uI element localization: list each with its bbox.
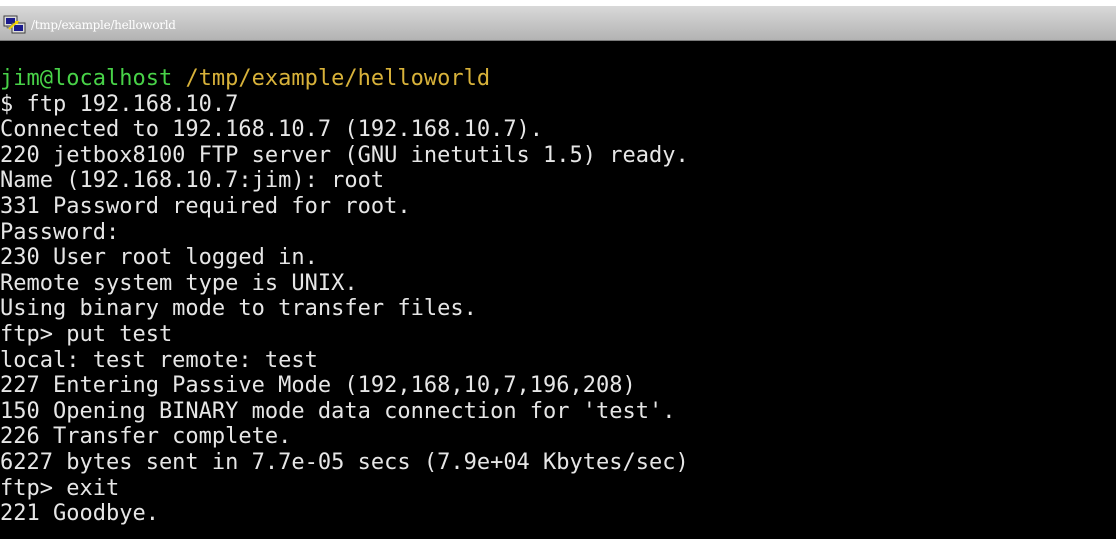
terminal-line: Remote system type is UNIX. [0, 270, 358, 296]
terminal-line: Using binary mode to transfer files. [0, 296, 477, 322]
terminal-line: Password: [0, 219, 120, 245]
terminal-line: 220 jetbox8100 FTP server (GNU inetutils… [0, 142, 689, 168]
terminal-line: 230 User root logged in. [0, 245, 318, 271]
terminal-line: 331 Password required for root. [0, 193, 411, 219]
terminal-line: 150 Opening BINARY mode data connection … [0, 398, 676, 424]
terminal-window: /tmp/example/helloworld jim@localhost /t… [0, 0, 1116, 539]
putty-terminal-icon[interactable] [3, 14, 27, 36]
prompt-line: jim@localhost /tmp/example/helloworld [0, 66, 689, 92]
title-bar[interactable]: /tmp/example/helloworld [0, 0, 1116, 41]
terminal-line: 227 Entering Passive Mode (192,168,10,7,… [0, 373, 636, 399]
prompt-path: /tmp/example/helloworld [185, 66, 491, 91]
terminal-line: ftp> put test [0, 321, 173, 347]
terminal-line: local: test remote: test [0, 347, 318, 373]
terminal-line: $ ftp 192.168.10.7 [0, 91, 239, 117]
terminal-line: ftp> exit [0, 475, 120, 501]
terminal-line: 226 Transfer complete. [0, 424, 292, 450]
terminal-output[interactable]: jim@localhost /tmp/example/helloworld $ … [0, 41, 1116, 539]
terminal-line: 221 Goodbye. [0, 501, 159, 527]
prompt-user-host: jim@localhost [0, 66, 173, 91]
terminal-line: Connected to 192.168.10.7 (192.168.10.7)… [0, 117, 544, 143]
terminal-line: Name (192.168.10.7:jim): root [0, 168, 385, 194]
terminal-line: 6227 bytes sent in 7.7e-05 secs (7.9e+04… [0, 449, 689, 475]
window-title: /tmp/example/helloworld [31, 18, 176, 32]
terminal-lines: jim@localhost /tmp/example/helloworld $ … [0, 66, 689, 527]
